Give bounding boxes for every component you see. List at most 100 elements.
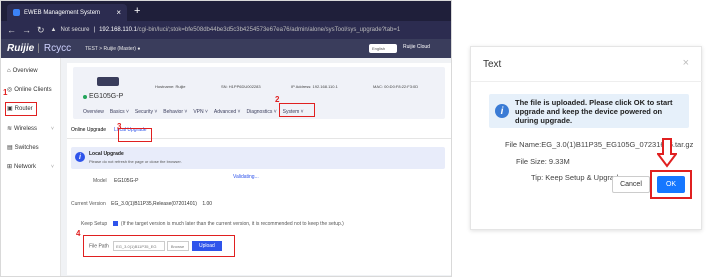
hostname: Hostname: Ruijie <box>155 84 185 89</box>
browser-tabbar: EWEB Management System × + <box>1 1 451 21</box>
device-name: EG105G-P <box>83 93 123 100</box>
keep-setup-checkbox[interactable] <box>112 221 118 227</box>
hostname-value: Ruijie <box>175 84 186 89</box>
keep-setup-label: Keep Setup <box>81 221 108 227</box>
model-row: Model EG105G-P <box>93 178 138 184</box>
current-version-value: EG_3.0(1)B11P35,Release(07201401) <box>111 201 197 207</box>
dialog-message-box: i The file is uploaded. Please click OK … <box>489 94 689 128</box>
dialog-divider <box>471 81 703 82</box>
info-icon: i <box>75 152 85 162</box>
wireless-icon: ≋ <box>7 126 13 132</box>
sn-value: H1PP6DU002283 <box>228 84 261 89</box>
mac-label: MAC: <box>373 84 383 89</box>
file-path-row: File Path EG_3.0(1)B11P35_EG Browse Uplo… <box>89 241 222 251</box>
address-bar[interactable]: ← → ↻ ▲ Not secure | 192.168.110.1/cgi-b… <box>1 21 451 39</box>
brand-logo: Ruijie <box>7 43 35 54</box>
url-host: 192.168.110.1 <box>99 27 138 33</box>
local-upgrade-alert: i Local Upgrade Please do not refresh th… <box>71 147 445 169</box>
nav-advanced[interactable]: Advanced ˅ <box>214 109 241 115</box>
chevron-down-icon: ˅ <box>51 163 54 170</box>
file-path-input[interactable]: EG_3.0(1)B11P35_EG <box>113 241 166 251</box>
cancel-button[interactable]: Cancel <box>612 176 650 193</box>
step-1-label: 1 <box>3 88 8 97</box>
hostname-label: Hostname: <box>155 84 175 89</box>
clients-icon: ◎ <box>7 87 13 93</box>
url-warning: Not secure <box>60 27 90 33</box>
device-card: EG105G-P Hostname: Ruijie SN: H1PP6DU002… <box>73 67 445 119</box>
overview-icon: ⌂ <box>7 68 11 74</box>
model-label: Model <box>93 178 107 184</box>
brand-logo-2: Rcycc <box>43 43 72 54</box>
language-select[interactable]: English <box>369 44 397 53</box>
nav-security[interactable]: Security ˅ <box>135 109 157 115</box>
tab-online-upgrade[interactable]: Online Upgrade <box>71 127 106 133</box>
forward-icon[interactable]: → <box>22 25 31 35</box>
arrow-down-icon <box>657 138 677 168</box>
nav-basics[interactable]: Basics ˅ <box>110 109 129 115</box>
sidebar-item-label: Overview <box>12 68 38 74</box>
sidebar-item-label: Online Clients <box>14 86 52 93</box>
sidebar-item-label: Network <box>14 163 37 170</box>
upload-button[interactable]: Upload <box>191 241 222 251</box>
ok-highlight <box>650 170 692 199</box>
upgrade-tip: Tip: Keep Setup & Upgrade <box>531 173 623 182</box>
step-1-highlight <box>5 102 37 116</box>
sidebar-item-switches[interactable]: ▤ Switches <box>7 144 39 152</box>
ip-value: 192.168.110.1 <box>312 84 338 89</box>
current-version-row: Current Version EG_3.0(1)B11P35,Release(… <box>71 201 212 207</box>
sidebar: ⌂ Overview ◎ Online Clients ▣ Router ≋ Wirel… <box>1 58 61 276</box>
model-value: EG105G-P <box>114 178 139 184</box>
nav-vpn[interactable]: VPN ˅ <box>193 109 208 115</box>
step-2-highlight <box>279 103 315 117</box>
nav-diagnostics[interactable]: Diagnostics ˅ <box>246 109 276 115</box>
file-size: File Size: 9.33M <box>516 157 570 166</box>
device-image <box>97 77 119 86</box>
warning-icon: ▲ <box>50 27 57 33</box>
sidebar-item-network[interactable]: ⊞ Network ˅ <box>7 163 54 171</box>
serial-number: SN: H1PP6DU002283 <box>221 84 261 89</box>
nav-behavior[interactable]: Behavior ˅ <box>163 109 187 115</box>
ip-address: IP Address: 192.168.110.1 <box>291 84 338 89</box>
project-breadcrumb[interactable]: TEST > Ruijie (Master) ● <box>85 46 140 52</box>
current-version-extra: 1.00 <box>202 201 213 207</box>
nav-overview[interactable]: Overview <box>83 109 104 115</box>
reload-icon[interactable]: ↻ <box>37 25 45 36</box>
online-status-dot <box>83 94 87 99</box>
current-version-label: Current Version <box>71 201 106 207</box>
ip-label: IP Address: <box>291 84 312 89</box>
app-header: Ruijie | Rcycc TEST > Ruijie (Master) ● … <box>1 39 451 58</box>
network-icon: ⊞ <box>7 164 13 170</box>
url[interactable]: ▲ Not secure | 192.168.110.1/cgi-bin/luc… <box>51 27 401 33</box>
ruijie-cloud-link[interactable]: Ruijie Cloud <box>403 44 430 50</box>
step-3-highlight <box>118 128 152 142</box>
dialog-title: Text <box>483 59 502 70</box>
close-tab-icon[interactable]: × <box>116 8 121 17</box>
brand-separator: | <box>37 43 40 54</box>
keep-setup-hint: (If the target version is much later tha… <box>120 221 344 227</box>
sidebar-item-label: Wireless <box>14 125 38 132</box>
new-tab-icon[interactable]: + <box>134 4 140 18</box>
sidebar-item-wireless[interactable]: ≋ Wireless ˅ <box>7 125 54 133</box>
mac-address: MAC: 00:D0:F8:22:F3:0D <box>373 84 418 89</box>
device-name-text: EG105G-P <box>89 93 124 100</box>
browser-tab[interactable]: EWEB Management System × <box>7 4 127 21</box>
mac-value: 00:D0:F8:22:F3:0D <box>384 84 419 89</box>
top-nav: Overview Basics ˅ Security ˅ Behavior ˅ … <box>83 109 304 115</box>
keep-setup-row: Keep Setup (If the target version is muc… <box>81 221 344 227</box>
sn-label: SN: <box>221 84 228 89</box>
browse-button[interactable]: Browse <box>166 241 189 251</box>
back-icon[interactable]: ← <box>7 25 16 35</box>
sidebar-item-online-clients[interactable]: ◎ Online Clients <box>7 86 52 94</box>
close-icon[interactable]: × <box>683 57 689 69</box>
alert-title: Local Upgrade <box>89 151 124 157</box>
file-path-label: File Path <box>89 243 109 250</box>
info-icon: i <box>495 104 509 118</box>
dialog-message: The file is uploaded. Please click OK to… <box>515 98 673 125</box>
url-separator: | <box>93 27 96 33</box>
validating-status: Validating... <box>233 174 259 180</box>
sidebar-item-overview[interactable]: ⌂ Overview <box>7 68 38 74</box>
chevron-down-icon: ˅ <box>51 125 54 132</box>
step-4-label: 4 <box>76 229 81 238</box>
switches-icon: ▤ <box>7 145 13 151</box>
favicon-icon <box>13 9 20 16</box>
